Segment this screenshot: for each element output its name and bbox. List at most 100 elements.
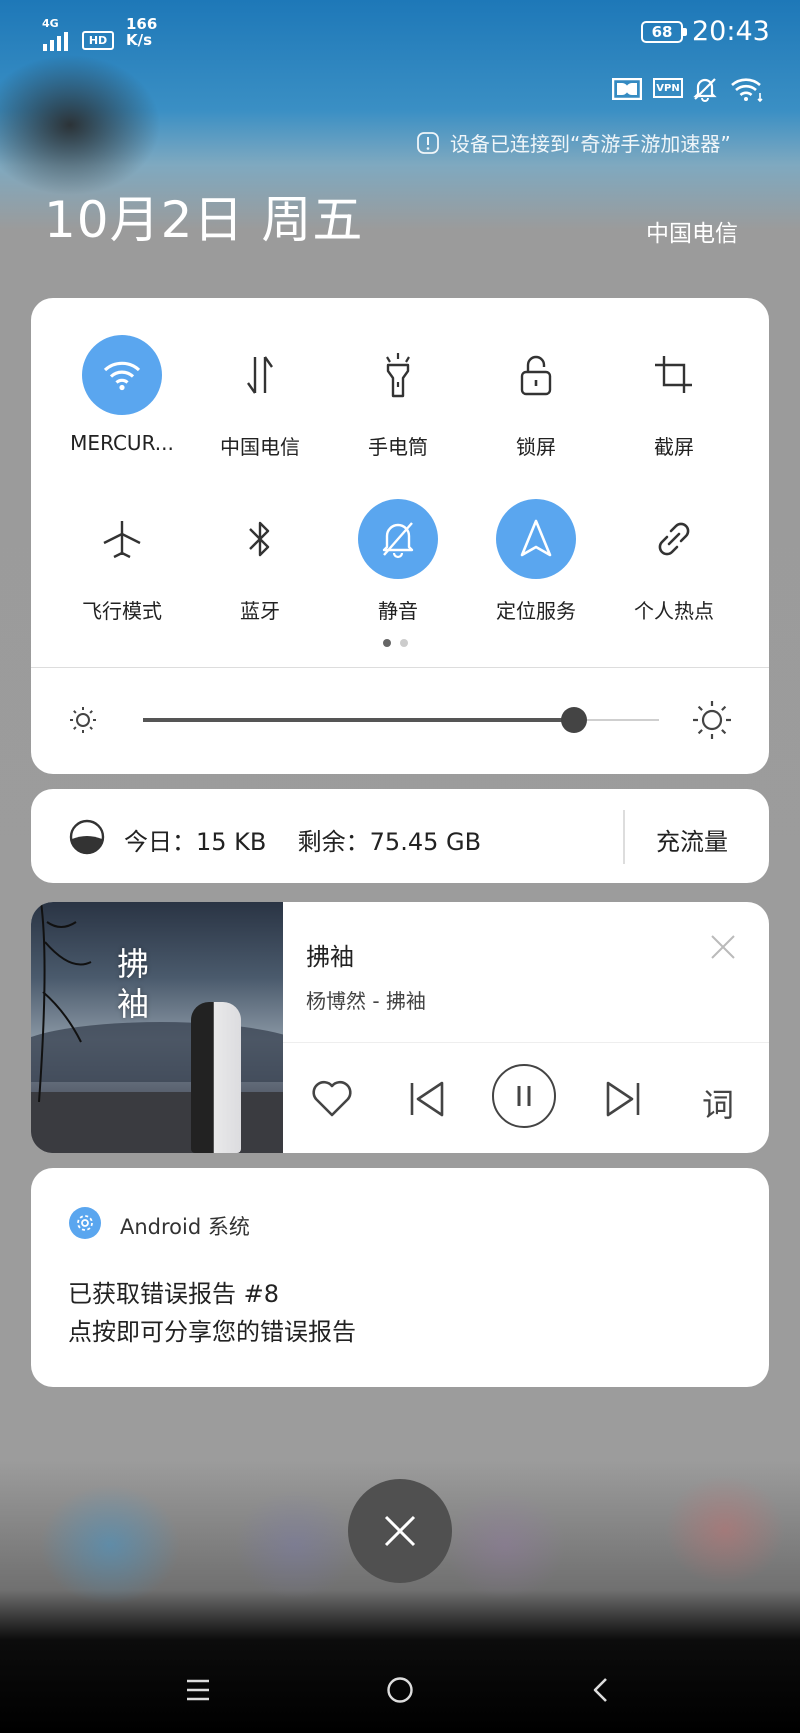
- previous-track-icon[interactable]: [406, 1078, 448, 1120]
- clock: 20:43: [692, 16, 770, 47]
- date-display[interactable]: 10月2日 周五: [44, 180, 363, 252]
- page-dot: [400, 639, 408, 647]
- brightness-thumb[interactable]: [561, 707, 587, 733]
- lock-icon: [520, 355, 552, 396]
- tile-lock-screen-toggle[interactable]: [496, 335, 576, 415]
- tile-location-label: 定位服务: [496, 599, 576, 623]
- vertical-divider: [623, 810, 625, 864]
- tile-location[interactable]: 定位服务: [467, 499, 605, 649]
- divider: [31, 667, 769, 668]
- menu-icon[interactable]: [185, 1678, 211, 1702]
- hd-badge-text: HD: [88, 34, 108, 47]
- wifi-status-icon: [731, 78, 763, 102]
- tile-bluetooth-label: 蓝牙: [240, 599, 280, 623]
- tile-screenshot-toggle[interactable]: [634, 335, 714, 415]
- navigation-bar: [0, 1640, 800, 1733]
- signal-bars-icon: [43, 32, 68, 51]
- network-speed-value: 166: [126, 15, 158, 33]
- vpn-badge: VPN: [653, 78, 683, 98]
- mute-icon: [382, 522, 414, 559]
- data-usage-card: 今日：15 KB 剩余：75.45 GB 充流量: [31, 789, 769, 883]
- vpn-badge-text: VPN: [656, 83, 680, 94]
- back-icon[interactable]: [590, 1676, 610, 1704]
- tile-wifi[interactable]: MERCUR...: [53, 335, 191, 485]
- today-value: 15 KB: [196, 828, 267, 856]
- page-dot-active: [383, 639, 391, 647]
- tile-wifi-toggle[interactable]: [82, 335, 162, 415]
- tile-hotspot-toggle[interactable]: [634, 499, 714, 579]
- clear-all-button[interactable]: [348, 1479, 452, 1583]
- close-icon[interactable]: [708, 932, 738, 962]
- album-art-title: 拂袖: [117, 945, 150, 1023]
- wifi-icon: [103, 361, 141, 391]
- tile-mute-toggle[interactable]: [358, 499, 438, 579]
- like-heart-icon[interactable]: [311, 1080, 353, 1118]
- next-track-icon[interactable]: [602, 1078, 644, 1120]
- remaining-value: 75.45 GB: [369, 828, 482, 856]
- tile-lock-screen-label: 锁屏: [516, 435, 556, 459]
- dolby-icon: [612, 78, 642, 100]
- brightness-fill: [143, 718, 574, 722]
- tile-lock-screen[interactable]: 锁屏: [467, 335, 605, 485]
- home-icon[interactable]: [386, 1676, 414, 1704]
- tile-location-toggle[interactable]: [496, 499, 576, 579]
- network-speed-unit: K/s: [126, 31, 153, 49]
- tile-airplane[interactable]: 飞行模式: [53, 499, 191, 649]
- notification-card[interactable]: Android 系统 已获取错误报告 #8 点按即可分享您的错误报告: [31, 1168, 769, 1387]
- screenshot-icon: [655, 356, 692, 393]
- tile-mute-label: 静音: [378, 599, 418, 623]
- hd-badge: HD: [82, 31, 114, 50]
- media-player-card: 拂袖 拂袖 杨博然 - 拂袖 词: [31, 902, 769, 1153]
- notification-app-name: Android 系统: [120, 1215, 250, 1239]
- status-bar: 4G HD 166 K/s 68 20:43 VPN: [0, 0, 800, 102]
- gear-icon: [77, 1215, 93, 1231]
- lyrics-button[interactable]: 词: [702, 1080, 734, 1126]
- recharge-button[interactable]: 充流量: [656, 822, 728, 857]
- media-divider: [283, 1042, 769, 1043]
- hotspot-icon: [658, 522, 690, 556]
- brightness-high-icon: [693, 701, 731, 739]
- tile-mobile-data-toggle[interactable]: [220, 335, 300, 415]
- battery-tip-icon: [683, 28, 687, 36]
- tile-hotspot[interactable]: 个人热点: [605, 499, 743, 649]
- brightness-slider[interactable]: [143, 704, 659, 736]
- tile-flashlight-label: 手电筒: [368, 435, 428, 459]
- album-art[interactable]: 拂袖: [31, 902, 283, 1153]
- network-type: 4G: [42, 17, 59, 30]
- tile-flashlight[interactable]: 手电筒: [329, 335, 467, 485]
- tile-wifi-label: MERCUR...: [70, 431, 174, 455]
- tile-airplane-label: 飞行模式: [82, 599, 162, 623]
- play-pause-button[interactable]: [492, 1064, 556, 1128]
- page-indicator: [383, 639, 408, 647]
- data-usage-icon: [69, 819, 105, 855]
- silent-bell-icon: [693, 78, 717, 102]
- remaining-label: 剩余：: [297, 828, 370, 856]
- quick-settings-panel: MERCUR... 中国电信 手电筒 锁屏 截屏 飞行模式 蓝牙 静音 定位服务…: [31, 298, 769, 774]
- tile-airplane-toggle[interactable]: [82, 499, 162, 579]
- connection-notice-text: 设备已连接到“奇游手游加速器”: [450, 132, 731, 156]
- info-icon: [417, 131, 439, 154]
- media-title: 拂袖: [306, 943, 354, 971]
- tile-flashlight-toggle[interactable]: [358, 335, 438, 415]
- carrier-name: 中国电信: [646, 221, 738, 247]
- airplane-icon: [103, 521, 141, 559]
- data-usage-summary: 今日：15 KB 剩余：75.45 GB: [124, 822, 481, 857]
- media-subtitle: 杨博然 - 拂袖: [306, 989, 426, 1013]
- notification-body: 点按即可分享您的错误报告: [68, 1318, 356, 1346]
- connection-notice[interactable]: 设备已连接到“奇游手游加速器”: [416, 128, 731, 157]
- tile-screenshot[interactable]: 截屏: [605, 335, 743, 485]
- location-icon: [520, 519, 552, 557]
- tile-bluetooth-toggle[interactable]: [220, 499, 300, 579]
- flashlight-icon: [386, 353, 410, 398]
- album-art-figure: [191, 1002, 241, 1153]
- notification-title: 已获取错误报告 #8: [68, 1280, 280, 1308]
- tile-mute[interactable]: 静音: [329, 499, 467, 649]
- tile-hotspot-label: 个人热点: [634, 599, 714, 623]
- network-speed: 166 K/s: [126, 16, 157, 48]
- tile-mobile-data-label: 中国电信: [220, 435, 300, 459]
- pause-icon: [517, 1086, 531, 1106]
- tile-bluetooth[interactable]: 蓝牙: [191, 499, 329, 649]
- tile-mobile-data[interactable]: 中国电信: [191, 335, 329, 485]
- android-settings-badge: [69, 1207, 101, 1239]
- today-label: 今日：: [124, 828, 196, 856]
